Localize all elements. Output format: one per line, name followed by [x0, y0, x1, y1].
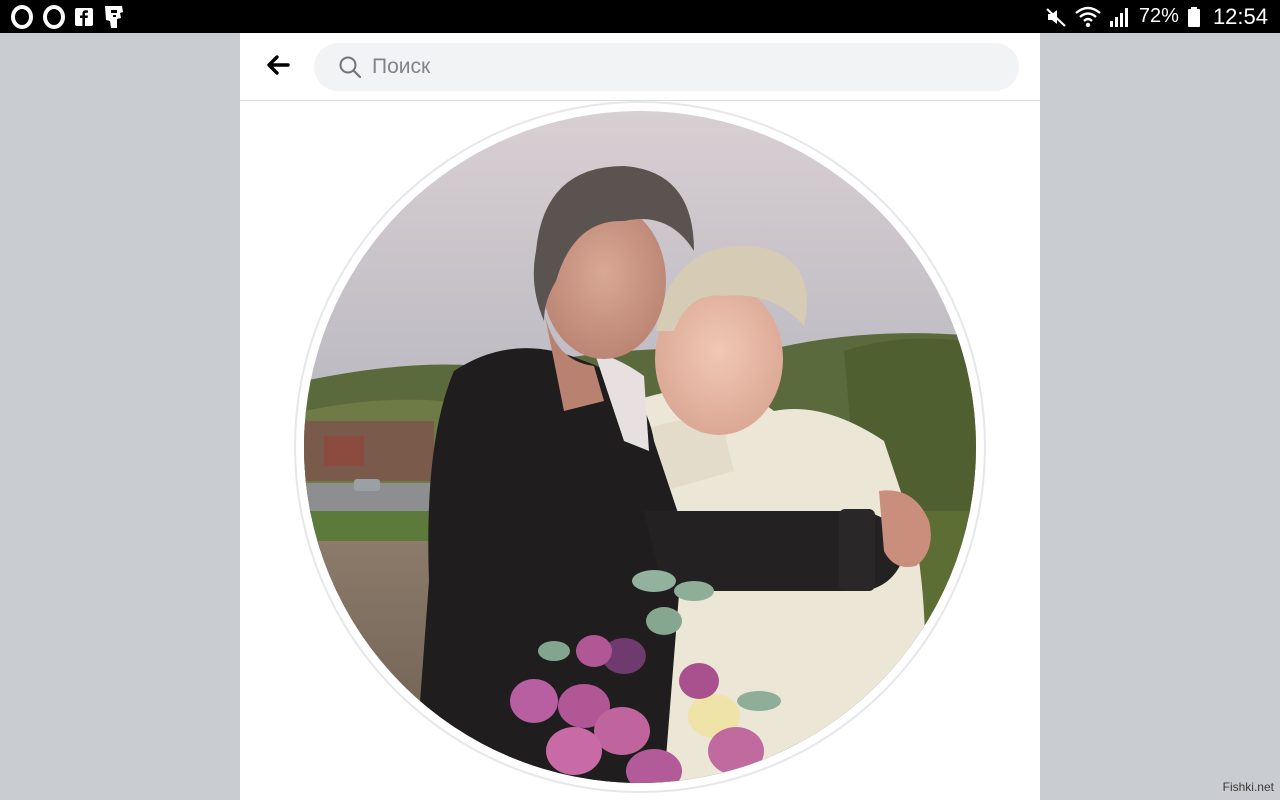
status-bar: 72% 12:54 — [0, 0, 1280, 33]
wifi-icon — [1075, 6, 1101, 28]
top-bar — [240, 33, 1040, 101]
signal-icon — [1109, 6, 1131, 28]
search-box[interactable] — [314, 43, 1019, 91]
watermark: Fishki.net — [1222, 780, 1274, 794]
mute-icon — [1045, 6, 1067, 28]
battery-percent: 72% — [1138, 5, 1179, 27]
arrow-left-icon — [265, 54, 291, 81]
status-right-icons: 72% 12:54 — [1045, 0, 1268, 33]
profile-panel — [240, 33, 1040, 800]
profile-photo[interactable] — [304, 111, 976, 783]
back-button[interactable] — [258, 49, 298, 85]
avatar-ring — [296, 103, 984, 791]
app-icon — [102, 4, 126, 30]
search-icon — [338, 55, 362, 79]
opera-icon — [42, 4, 66, 29]
profile-photo-image — [304, 111, 976, 783]
clock: 12:54 — [1212, 3, 1268, 29]
search-input[interactable] — [370, 46, 974, 88]
opera-icon — [10, 4, 34, 29]
battery-icon — [1187, 6, 1201, 28]
status-left-icons — [10, 4, 126, 29]
facebook-icon — [74, 7, 94, 27]
